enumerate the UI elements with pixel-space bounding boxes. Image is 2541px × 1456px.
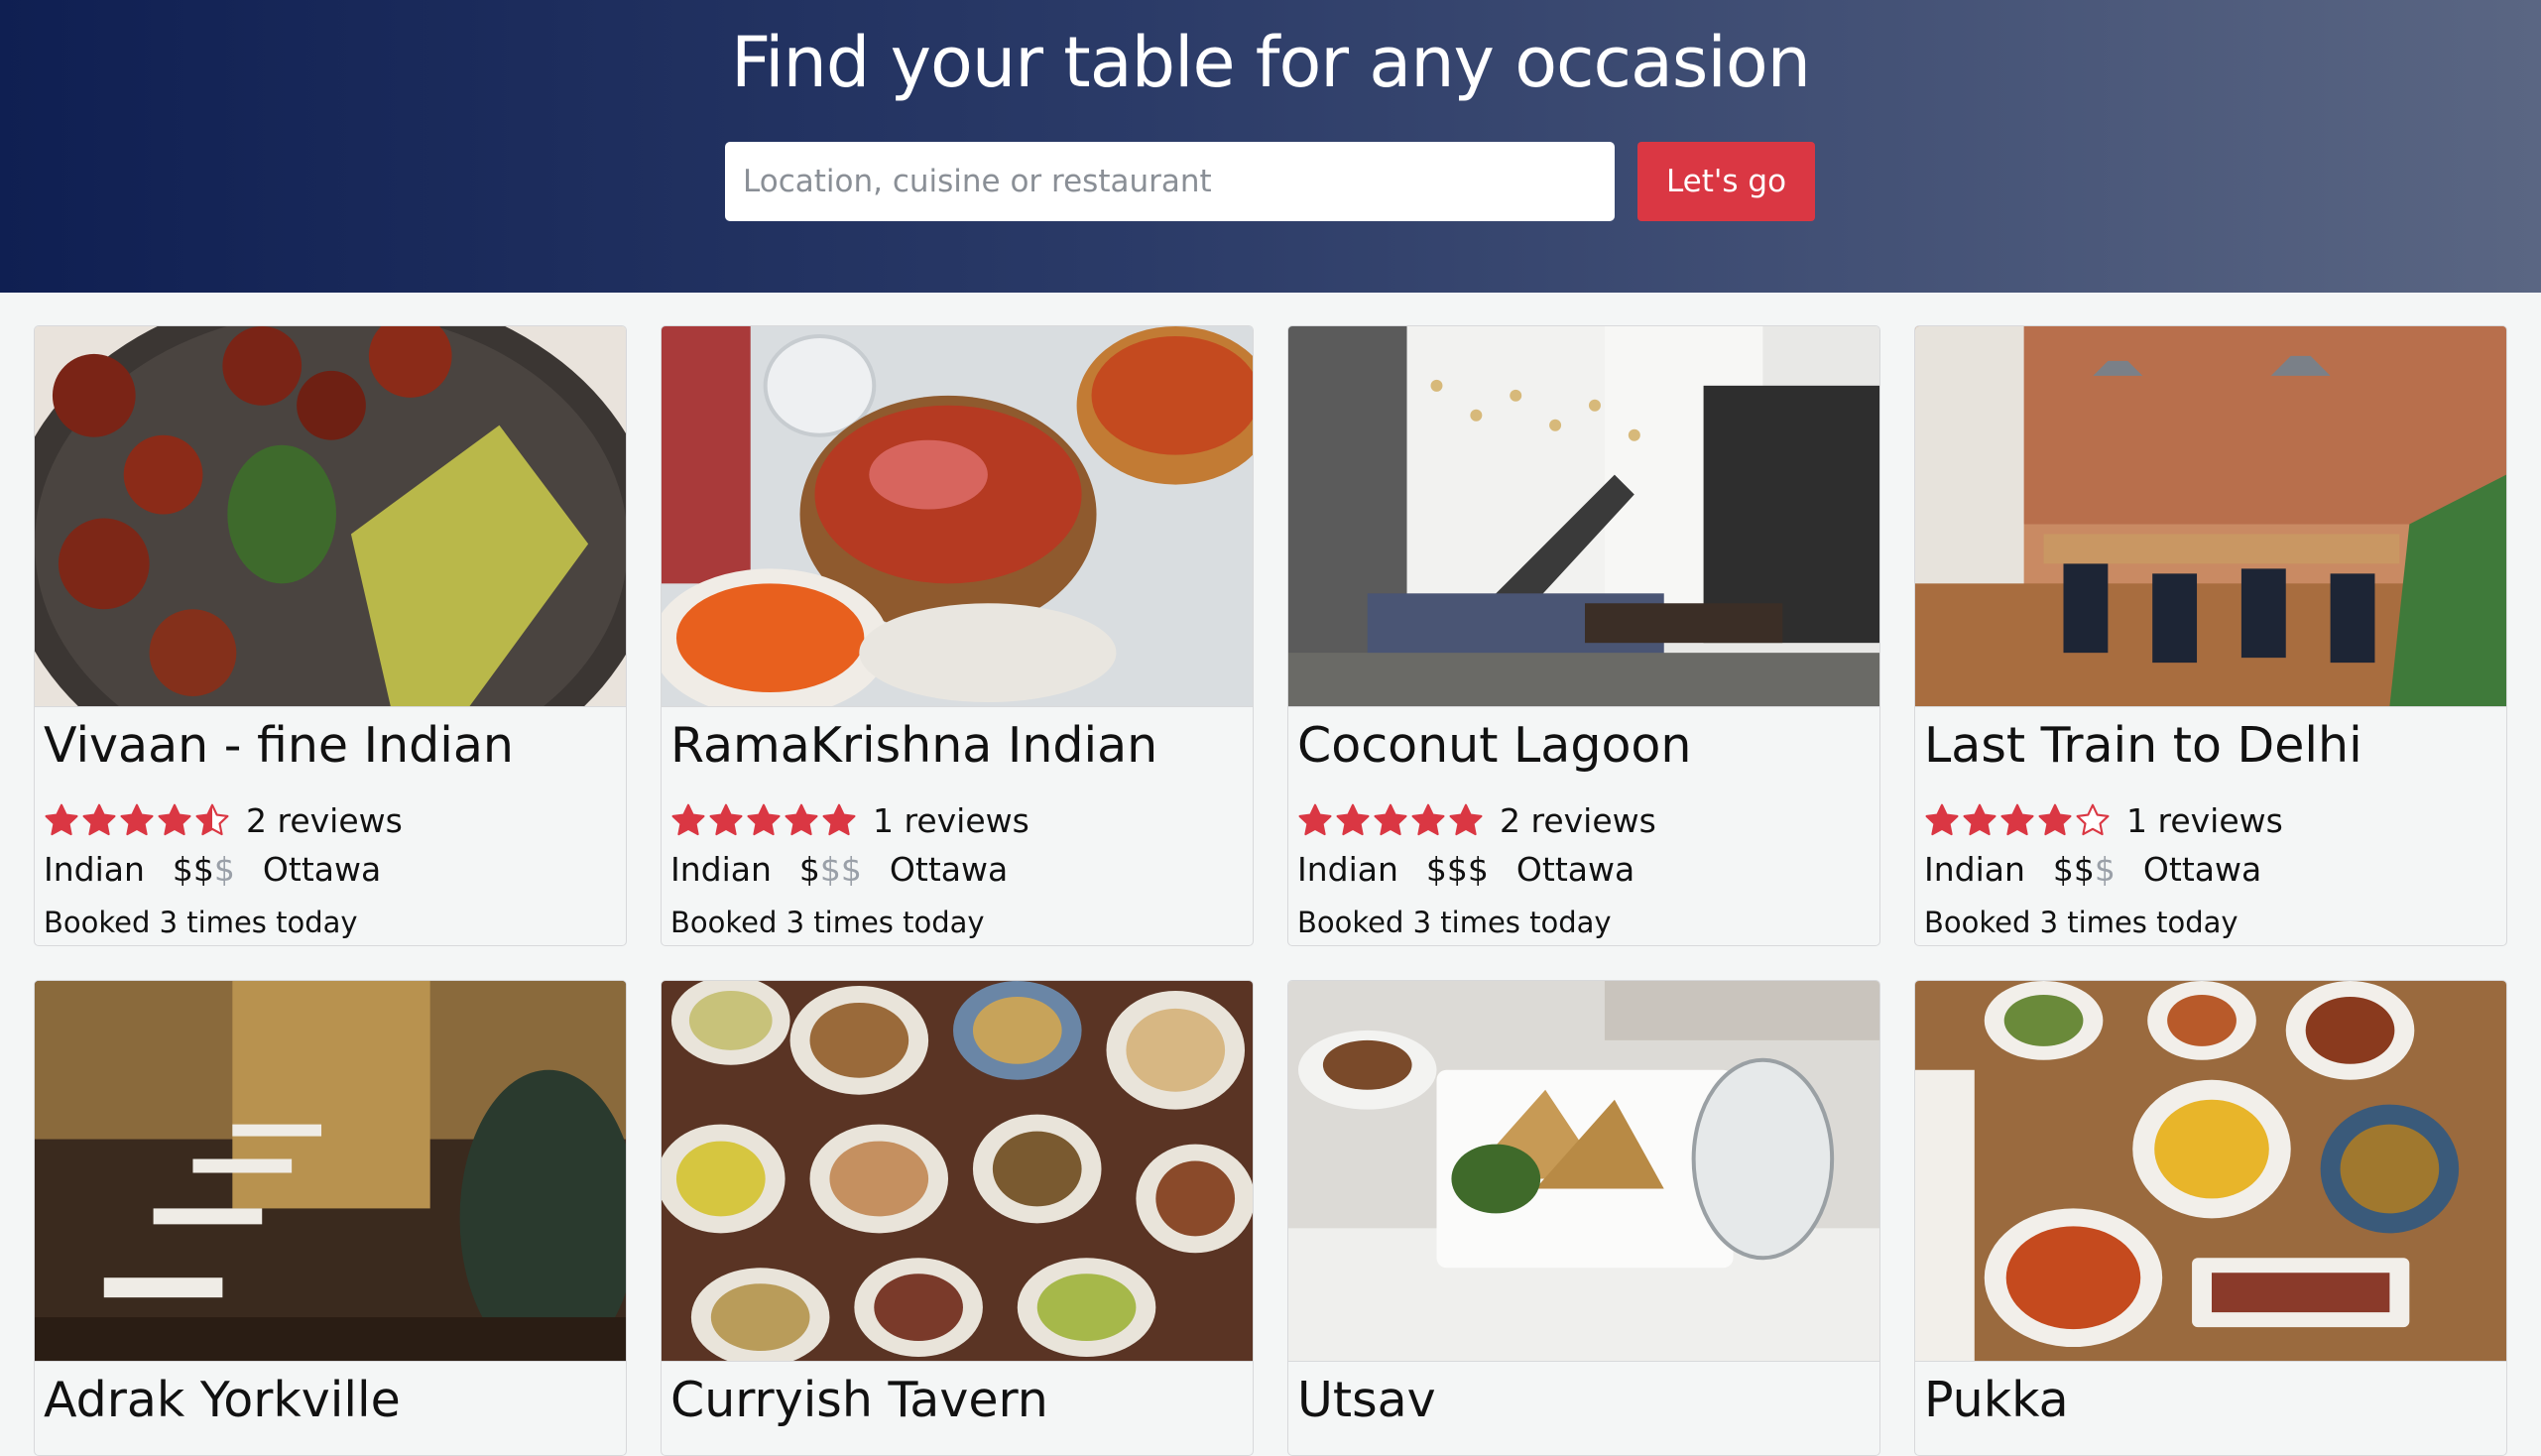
restaurant-name[interactable]: Utsav [1297,1372,1436,1428]
restaurant-photo [662,326,1253,707]
location-label: Ottawa [1515,850,1635,889]
restaurant-card[interactable]: Pukka [1914,980,2507,1456]
restaurant-card[interactable]: Vivaan - fine Indian 2 reviews Indian $$… [34,325,627,946]
star-rating [1297,802,1484,838]
cuisine-label: Indian [44,850,145,889]
star-full-icon [1449,803,1483,836]
price-active: $$ [172,850,214,889]
restaurant-photo [1288,981,1879,1362]
restaurant-card[interactable]: Coconut Lagoon 2 reviews Indian $$$ Otta… [1287,325,1880,946]
restaurant-meta: Indian $$$ Ottawa [670,850,1008,889]
price-range: $$$ [2053,850,2116,889]
star-full-icon [2000,803,2034,836]
booking-count: Booked 3 times today [1297,906,1612,939]
restaurant-name[interactable]: Curryish Tavern [670,1372,1048,1428]
restaurant-name[interactable]: Last Train to Delhi [1924,717,2362,774]
star-full-icon [747,803,781,836]
search-input[interactable] [725,142,1615,221]
restaurant-photo [1288,326,1879,707]
cuisine-label: Indian [1924,850,2025,889]
rating-row: 2 reviews [1297,800,1656,840]
price-active: $ [798,850,820,889]
restaurant-meta: Indian $$$ Ottawa [1924,850,2261,889]
star-full-icon [785,803,818,836]
restaurant-card[interactable]: Utsav [1287,980,1880,1456]
star-full-icon [1336,803,1370,836]
price-inactive: $ [213,850,235,889]
price-inactive: $ [2094,850,2116,889]
star-empty-icon [2076,803,2110,836]
star-full-icon [45,803,78,836]
restaurant-name[interactable]: RamaKrishna Indian [670,717,1157,774]
price-active: $$$ [1425,850,1489,889]
star-full-icon [1298,803,1332,836]
booking-count: Booked 3 times today [670,906,985,939]
review-count: 2 reviews [1500,800,1656,840]
star-rating [670,802,857,838]
price-active: $$ [2052,850,2095,889]
booking-count: Booked 3 times today [1924,906,2238,939]
star-rating [1924,802,2111,838]
restaurant-photo [35,326,626,707]
star-full-icon [2038,803,2072,836]
booking-count: Booked 3 times today [44,906,358,939]
star-full-icon [1963,803,1996,836]
price-range: $$$ [173,850,235,889]
restaurant-meta: Indian $$$ Ottawa [44,850,381,889]
rating-row: 1 reviews [1924,800,2283,840]
star-rating [44,802,230,838]
restaurant-meta: Indian $$$ Ottawa [1297,850,1634,889]
restaurant-name[interactable]: Adrak Yorkville [44,1372,401,1428]
star-full-icon [82,803,116,836]
cuisine-label: Indian [1297,850,1398,889]
location-label: Ottawa [2142,850,2262,889]
restaurant-card[interactable]: Adrak Yorkville [34,980,627,1456]
review-count: 2 reviews [246,800,403,840]
location-label: Ottawa [262,850,382,889]
lets-go-button[interactable]: Let's go [1637,142,1815,221]
star-full-icon [1374,803,1407,836]
restaurant-name[interactable]: Vivaan - fine Indian [44,717,514,774]
review-count: 1 reviews [873,800,1029,840]
location-label: Ottawa [889,850,1009,889]
restaurant-photo [662,981,1253,1362]
price-range: $$$ [1426,850,1489,889]
restaurant-name[interactable]: Coconut Lagoon [1297,717,1691,774]
restaurant-card[interactable]: RamaKrishna Indian 1 reviews Indian $$$ … [661,325,1254,946]
restaurant-photo [1915,981,2506,1362]
star-full-icon [671,803,705,836]
star-half-icon [195,803,229,836]
restaurant-card[interactable]: Curryish Tavern [661,980,1254,1456]
review-count: 1 reviews [2126,800,2283,840]
price-inactive: $$ [819,850,862,889]
rating-row: 1 reviews [670,800,1029,840]
star-full-icon [120,803,154,836]
star-full-icon [1925,803,1959,836]
restaurant-card[interactable]: Last Train to Delhi 1 reviews Indian $$$… [1914,325,2507,946]
restaurant-name[interactable]: Pukka [1924,1372,2069,1428]
rating-row: 2 reviews [44,800,403,840]
star-full-icon [709,803,743,836]
restaurant-photo [1915,326,2506,707]
hero-banner: Find your table for any occasion Let's g… [0,0,2541,293]
star-full-icon [158,803,191,836]
star-full-icon [1411,803,1445,836]
cuisine-label: Indian [670,850,772,889]
price-range: $$$ [799,850,862,889]
restaurant-photo [35,981,626,1362]
star-full-icon [822,803,856,836]
hero-title: Find your table for any occasion [730,22,1811,103]
